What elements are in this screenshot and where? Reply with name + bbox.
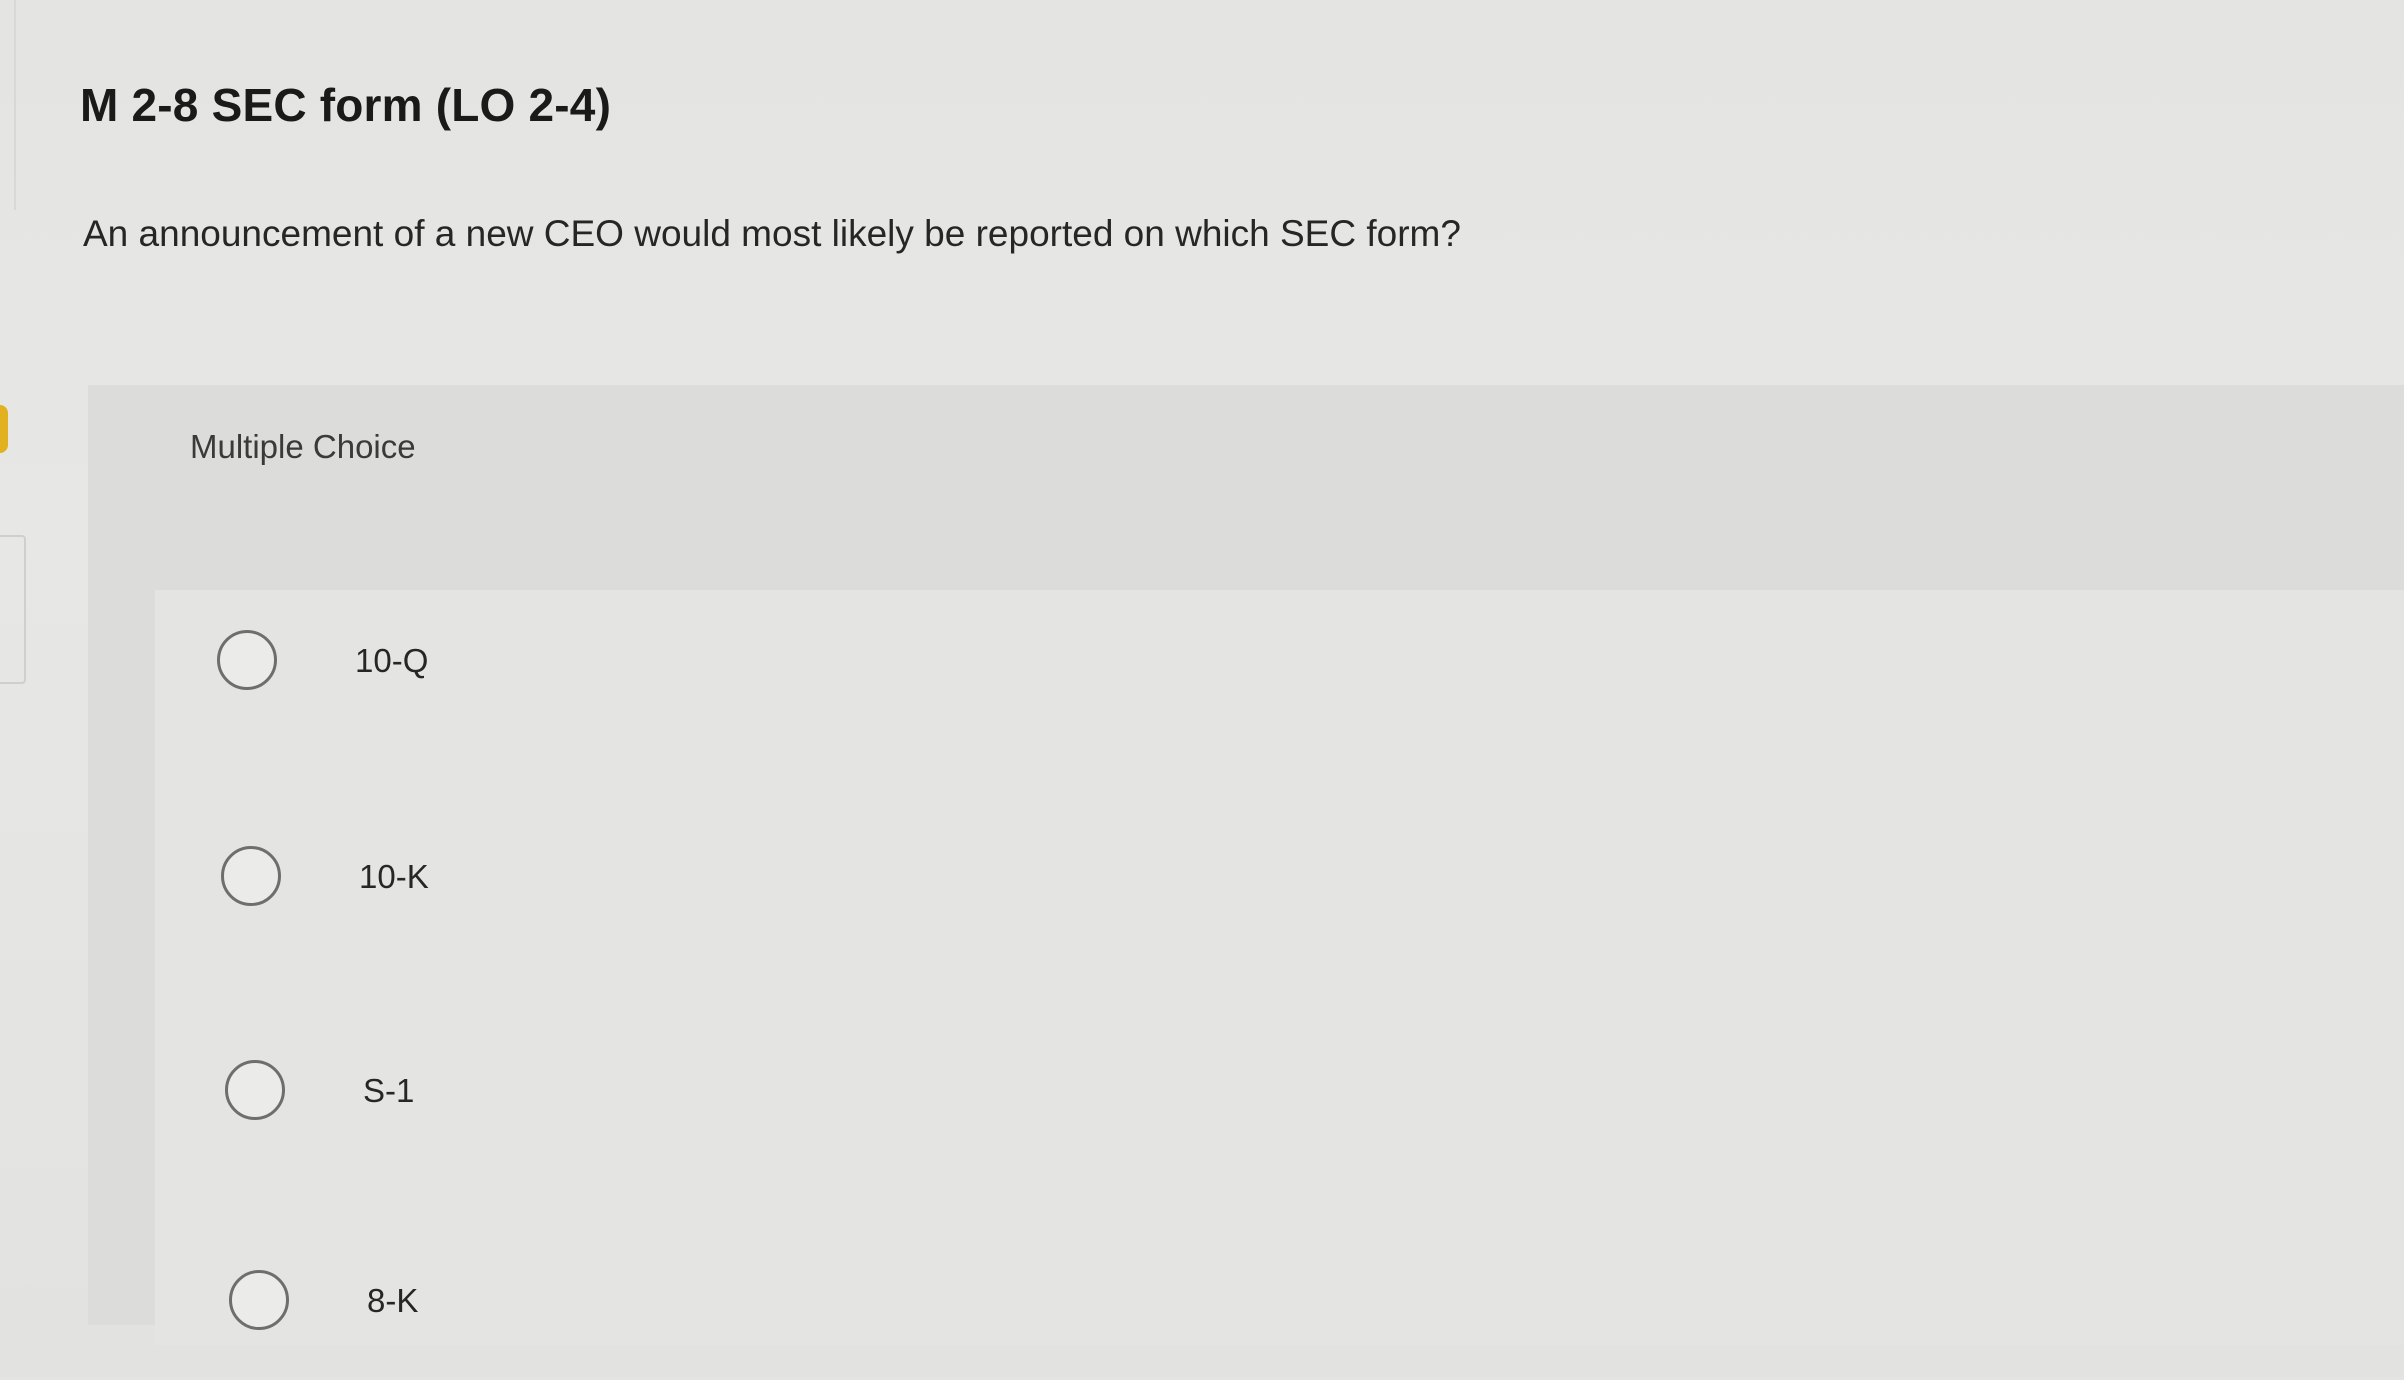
options-list: 10-Q 10-K S-1 8-K bbox=[155, 590, 2404, 1350]
question-prompt: An announcement of a new CEO would most … bbox=[83, 213, 1461, 254]
radio-button-icon[interactable] bbox=[217, 630, 277, 690]
left-edge-divider bbox=[14, 0, 16, 210]
option-s1[interactable]: S-1 bbox=[155, 1020, 2404, 1170]
option-10k[interactable]: 10-K bbox=[155, 806, 2404, 956]
option-label[interactable]: 10-K bbox=[359, 858, 429, 896]
radio-button-icon[interactable] bbox=[225, 1060, 285, 1120]
option-label[interactable]: 10-Q bbox=[355, 642, 428, 680]
option-label[interactable]: 8-K bbox=[367, 1282, 418, 1320]
question-title: M 2-8 SEC form (LO 2-4) bbox=[80, 79, 612, 131]
side-panel-handle[interactable] bbox=[0, 535, 26, 684]
question-indicator-marker bbox=[0, 405, 8, 453]
question-type-label: Multiple Choice bbox=[190, 428, 416, 465]
option-10q[interactable]: 10-Q bbox=[155, 590, 2404, 740]
radio-button-icon[interactable] bbox=[221, 846, 281, 906]
radio-button-icon[interactable] bbox=[229, 1270, 289, 1330]
option-label[interactable]: S-1 bbox=[363, 1072, 414, 1110]
page-bottom-edge bbox=[0, 1345, 2404, 1377]
